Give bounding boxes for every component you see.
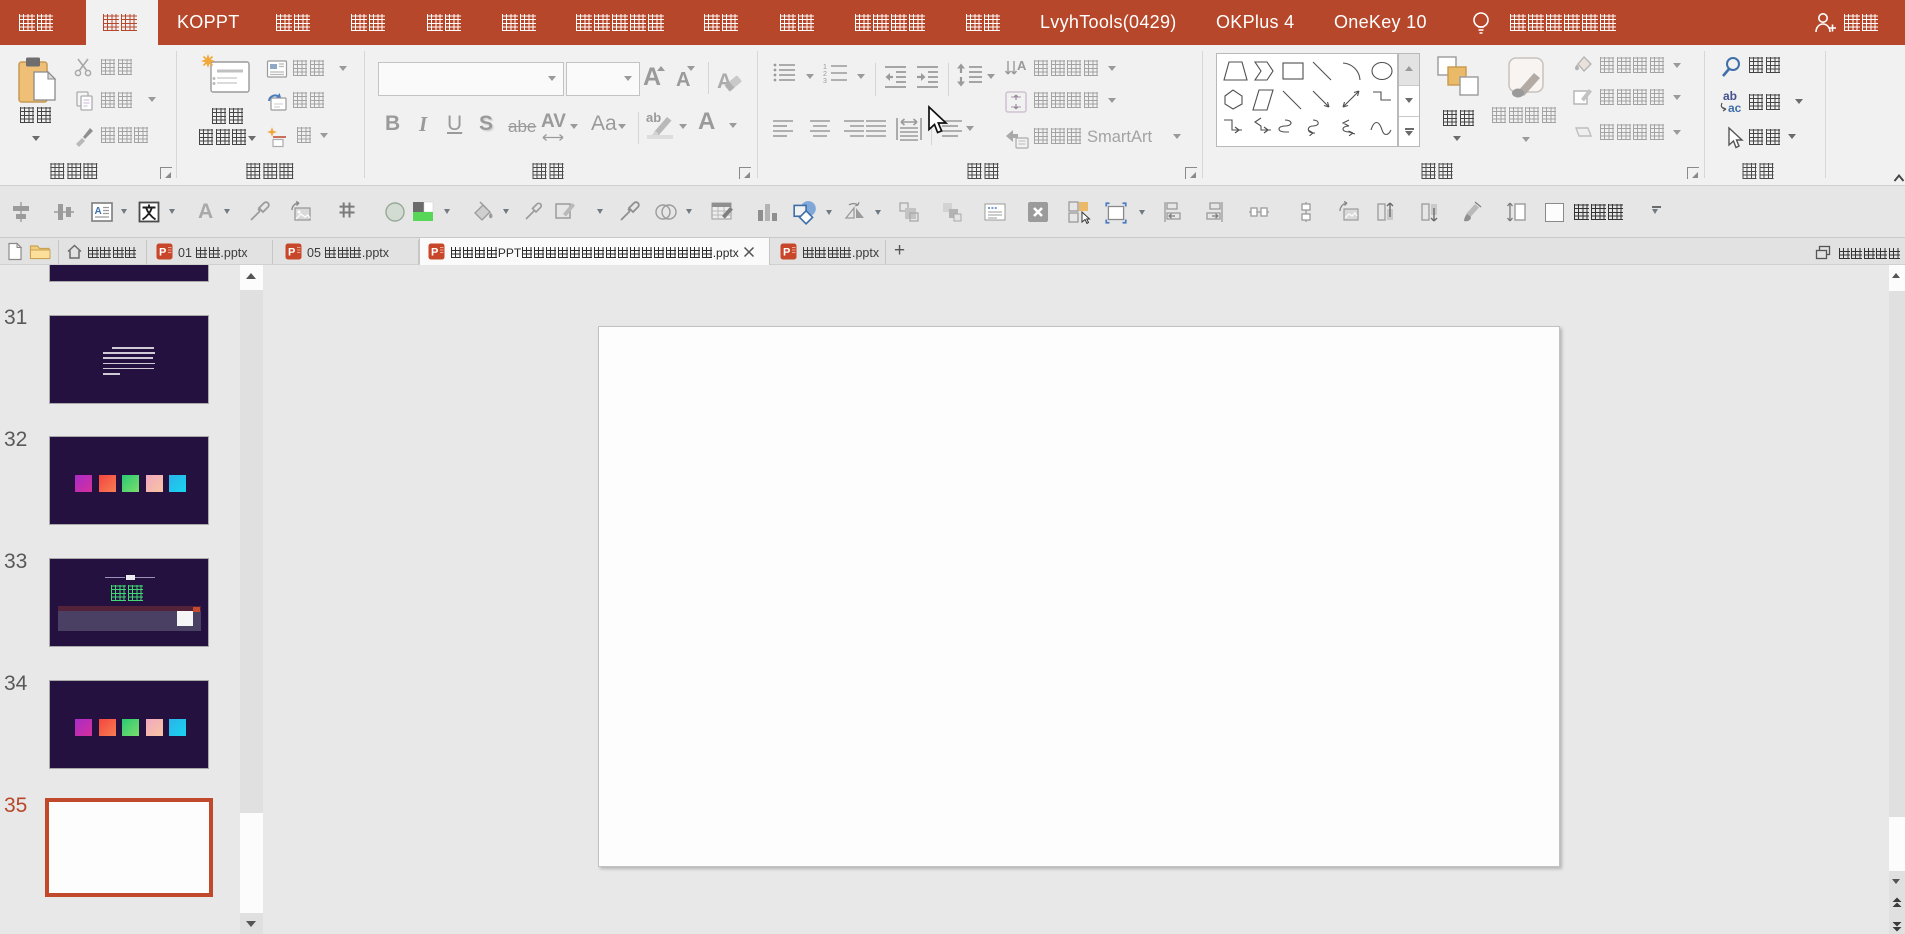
- svg-text:P: P: [431, 247, 438, 259]
- svg-text:2: 2: [823, 71, 827, 78]
- svg-text:1: 1: [823, 64, 827, 71]
- svg-text:3: 3: [823, 78, 827, 84]
- svg-text:A: A: [1017, 58, 1027, 73]
- svg-text:ac: ac: [1728, 101, 1742, 114]
- svg-text:P: P: [288, 247, 295, 259]
- svg-text:A: A: [95, 206, 102, 217]
- svg-text:P: P: [783, 247, 790, 259]
- svg-text:ab: ab: [646, 110, 661, 125]
- svg-text:P: P: [159, 247, 166, 259]
